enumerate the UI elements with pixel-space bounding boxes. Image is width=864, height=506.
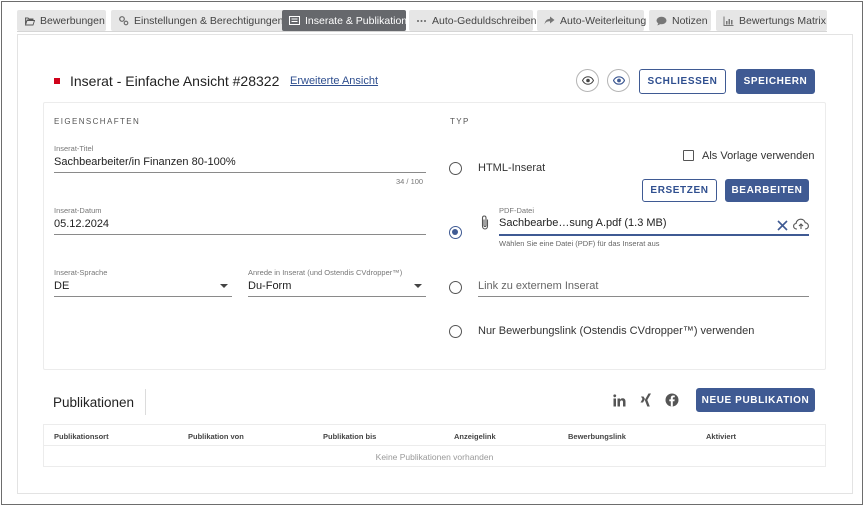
radio-html-label: HTML-Inserat: [478, 162, 546, 174]
folder-open-icon: [24, 15, 35, 26]
language-underline: [54, 296, 232, 297]
chevron-down-icon: [414, 284, 422, 288]
paperclip-icon: [480, 215, 490, 235]
cloud-upload-icon: [793, 217, 809, 234]
empty-table-message: Keine Publikationen vorhanden: [375, 452, 494, 462]
replace-button[interactable]: ERSETZEN: [642, 179, 717, 202]
date-field-label: Inserat-Datum: [54, 206, 102, 215]
column-header: Anzeigelink: [454, 432, 496, 441]
tab-label: Inserate & Publikation: [305, 14, 408, 27]
tab-auto-geduldschreiben[interactable]: Auto-Geduldschreiben: [409, 10, 537, 31]
gears-icon: [118, 15, 129, 26]
tab-underline: [17, 31, 827, 32]
tab-bewertungs-matrix[interactable]: Bewertungs Matrix: [716, 10, 827, 31]
salutation-underline: [248, 296, 426, 297]
column-header: Publikation bis: [323, 432, 377, 441]
tab-label: Auto-Geduldschreiben: [432, 14, 537, 27]
page-title: Inserat - Einfache Ansicht #28322: [70, 73, 280, 89]
edit-button[interactable]: BEARBEITEN: [725, 179, 809, 202]
radio-html-inserat[interactable]: [449, 162, 462, 175]
eye-icon: [581, 72, 594, 90]
external-link-input[interactable]: Link zu externem Inserat: [478, 280, 598, 292]
ellipsis-icon: [416, 15, 427, 26]
new-publication-button[interactable]: NEUE PUBLIKATION: [696, 388, 815, 412]
properties-heading: EIGENSCHAFTEN: [54, 117, 141, 126]
status-marker: [54, 78, 60, 84]
bar-chart-icon: [723, 15, 734, 26]
forward-icon: [544, 15, 555, 26]
type-heading: TYP: [450, 117, 470, 126]
column-header: Publikationsort: [54, 432, 109, 441]
preview-live-button[interactable]: [607, 69, 630, 92]
date-input[interactable]: 05.12.2024: [54, 218, 109, 230]
tab-auto-weiterleitung[interactable]: Auto-Weiterleitung: [537, 10, 647, 31]
xing-icon[interactable]: [639, 393, 653, 407]
close-button[interactable]: SCHLIESSEN: [639, 69, 726, 94]
linkedin-icon[interactable]: [612, 393, 626, 407]
title-char-counter: 34 / 100: [396, 177, 424, 186]
tab-einstellungen[interactable]: Einstellungen & Berechtigungen: [111, 10, 295, 31]
template-checkbox[interactable]: [683, 150, 694, 161]
column-header: Bewerbungslink: [568, 432, 626, 441]
pdf-file-input[interactable]: Sachbearbe…sung A.pdf (1.3 MB): [499, 217, 667, 229]
tab-inserate[interactable]: Inserate & Publikation: [282, 10, 408, 31]
tab-notizen[interactable]: Notizen: [649, 10, 711, 31]
chevron-down-icon: [220, 284, 228, 288]
salutation-select[interactable]: Du-Form: [248, 280, 291, 292]
title-field-label: Inserat-Titel: [54, 144, 94, 153]
language-select[interactable]: DE: [54, 280, 69, 292]
pdf-field-label: PDF-Datei: [499, 206, 535, 215]
title-underline: [54, 172, 426, 173]
radio-apply-link-only[interactable]: [449, 325, 462, 338]
external-link-underline: [478, 296, 809, 297]
tab-label: Bewertungs Matrix: [739, 14, 826, 27]
facebook-icon[interactable]: [665, 393, 679, 407]
upload-button[interactable]: [793, 217, 809, 235]
publications-title: Publikationen: [53, 395, 135, 410]
extended-view-link[interactable]: Erweiterte Ansicht: [290, 75, 378, 87]
tab-label: Einstellungen & Berechtigungen: [134, 14, 284, 27]
pdf-hint: Wählen Sie eine Datei (PDF) für das Inse…: [499, 239, 660, 248]
language-field-label: Inserat-Sprache: [54, 268, 108, 277]
preview-button[interactable]: [576, 69, 599, 92]
pdf-underline: [499, 234, 809, 236]
publications-divider: [145, 389, 146, 415]
comment-icon: [656, 15, 667, 26]
title-input[interactable]: Sachbearbeiter/in Finanzen 80-100%: [54, 156, 236, 168]
template-checkbox-label: Als Vorlage verwenden: [702, 150, 815, 162]
publications-table: Publikationsort Publikation von Publikat…: [43, 424, 826, 467]
tab-bewerbungen[interactable]: Bewerbungen: [17, 10, 106, 31]
table-row-separator: [44, 445, 825, 446]
salutation-field-label: Anrede in Inserat (und Ostendis CVdroppe…: [248, 268, 403, 277]
newspaper-icon: [289, 15, 300, 26]
date-underline: [54, 234, 426, 235]
eye-icon: [612, 72, 625, 90]
radio-external-link[interactable]: [449, 281, 462, 294]
save-button[interactable]: SPEICHERN: [736, 69, 815, 94]
radio-pdf[interactable]: [449, 226, 462, 239]
column-header: Publikation von: [188, 432, 244, 441]
tab-label: Auto-Weiterleitung: [560, 14, 647, 27]
close-icon: [777, 218, 788, 235]
apply-link-only-label: Nur Bewerbungslink (Ostendis CVdropper™)…: [478, 325, 755, 337]
column-header: Aktiviert: [706, 432, 737, 441]
tab-label: Bewerbungen: [40, 14, 105, 27]
tab-label: Notizen: [672, 14, 708, 27]
